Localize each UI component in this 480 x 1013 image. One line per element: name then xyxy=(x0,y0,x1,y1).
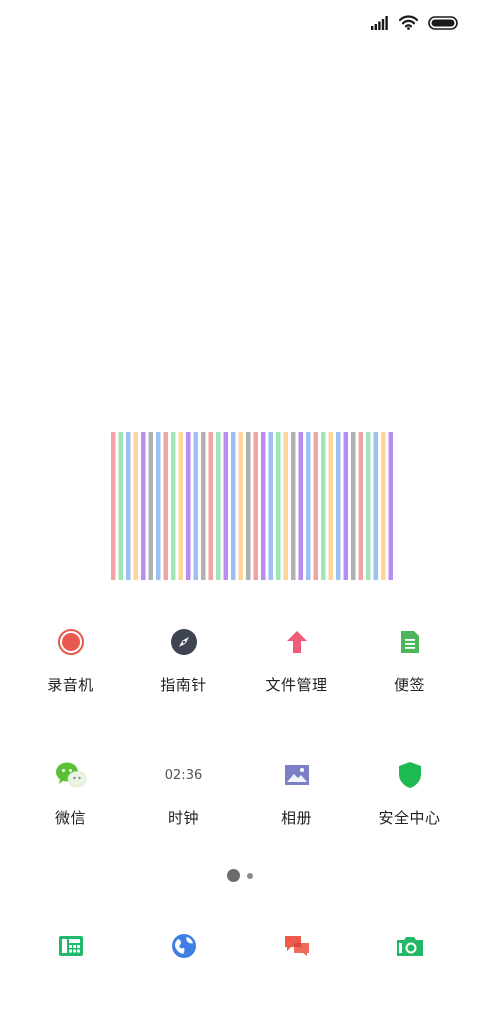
app-recorder[interactable]: 录音机 xyxy=(14,610,127,743)
barcode-stripe xyxy=(253,432,258,580)
app-label: 时钟 xyxy=(167,809,199,827)
barcode-stripe xyxy=(313,432,318,580)
app-notes[interactable]: 便签 xyxy=(353,610,466,743)
app-wechat[interactable]: 微信 xyxy=(14,743,127,876)
browser-icon xyxy=(171,933,197,963)
app-gallery[interactable]: 相册 xyxy=(240,743,353,876)
app-compass[interactable]: 指南针 xyxy=(127,610,240,743)
barcode-stripe xyxy=(336,432,341,580)
wifi-icon xyxy=(398,15,419,34)
dock-app-browser[interactable] xyxy=(127,928,240,968)
barcode-stripe xyxy=(171,432,176,580)
notes-icon xyxy=(390,622,430,662)
barcode-stripe xyxy=(276,432,281,580)
app-security-center[interactable]: 安全中心 xyxy=(353,743,466,876)
gallery-icon xyxy=(277,755,317,795)
barcode-stripe xyxy=(148,432,153,580)
barcode-stripe xyxy=(268,432,273,580)
recorder-icon xyxy=(51,622,91,662)
file-manager-icon xyxy=(277,622,317,662)
dock-app-messages[interactable] xyxy=(240,928,353,968)
barcode-stripe xyxy=(178,432,183,580)
barcode-stripe xyxy=(358,432,363,580)
dock xyxy=(14,928,466,968)
app-clock[interactable]: 02:36 时钟 xyxy=(127,743,240,876)
phone-icon xyxy=(58,935,84,961)
status-bar xyxy=(0,0,480,52)
camera-icon xyxy=(396,935,424,961)
dock-app-camera[interactable] xyxy=(353,928,466,968)
barcode-stripe xyxy=(381,432,386,580)
app-label: 文件管理 xyxy=(265,676,328,694)
barcode-stripe xyxy=(201,432,206,580)
barcode-stripe xyxy=(373,432,378,580)
barcode-stripe xyxy=(231,432,236,580)
clock-icon: 02:36 xyxy=(164,755,204,795)
signal-icon xyxy=(371,15,389,34)
app-label: 录音机 xyxy=(47,676,94,694)
barcode-stripe xyxy=(208,432,213,580)
status-icons xyxy=(371,15,458,34)
app-grid: 录音机 指南针 文件管理 便签 微信 02:36 时钟 相册 安全中心 xyxy=(0,610,480,876)
wechat-icon xyxy=(51,755,91,795)
clock-time: 02:36 xyxy=(164,767,203,783)
messages-icon xyxy=(283,934,311,962)
dock-app-phone[interactable] xyxy=(14,928,127,968)
barcode-stripe xyxy=(111,432,116,580)
barcode-stripe xyxy=(283,432,288,580)
barcode-stripe xyxy=(298,432,303,580)
barcode-stripe xyxy=(238,432,243,580)
app-row: 录音机 指南针 文件管理 便签 xyxy=(0,610,480,743)
app-label: 相册 xyxy=(280,809,312,827)
app-label: 微信 xyxy=(54,809,86,827)
barcode-stripe xyxy=(388,432,393,580)
security-center-icon xyxy=(390,755,430,795)
barcode-stripe xyxy=(366,432,371,580)
barcode-stripe xyxy=(291,432,296,580)
barcode-stripe xyxy=(126,432,131,580)
app-label: 安全中心 xyxy=(378,809,441,827)
barcode-stripe xyxy=(223,432,228,580)
barcode-stripe xyxy=(118,432,123,580)
page-dot[interactable] xyxy=(247,872,253,879)
barcode-stripe xyxy=(306,432,311,580)
app-label: 指南针 xyxy=(160,676,207,694)
barcode-stripe xyxy=(163,432,168,580)
barcode-stripe xyxy=(141,432,146,580)
app-row: 微信 02:36 时钟 相册 安全中心 xyxy=(0,743,480,876)
barcode-stripe xyxy=(246,432,251,580)
barcode-stripe xyxy=(133,432,138,580)
barcode-graphic xyxy=(111,432,393,580)
barcode-widget[interactable] xyxy=(111,432,395,580)
barcode-stripe xyxy=(328,432,333,580)
app-file-manager[interactable]: 文件管理 xyxy=(240,610,353,743)
barcode-stripe xyxy=(156,432,161,580)
battery-icon xyxy=(428,15,458,34)
barcode-stripe xyxy=(343,432,348,580)
barcode-stripe xyxy=(216,432,221,580)
app-label: 便签 xyxy=(393,676,425,694)
compass-icon xyxy=(164,622,204,662)
barcode-stripe xyxy=(193,432,198,580)
barcode-stripe xyxy=(186,432,191,580)
page-dot-active[interactable] xyxy=(227,869,240,882)
barcode-stripe xyxy=(321,432,326,580)
page-indicator[interactable] xyxy=(0,869,480,882)
barcode-stripe xyxy=(351,432,356,580)
barcode-stripe xyxy=(261,432,266,580)
